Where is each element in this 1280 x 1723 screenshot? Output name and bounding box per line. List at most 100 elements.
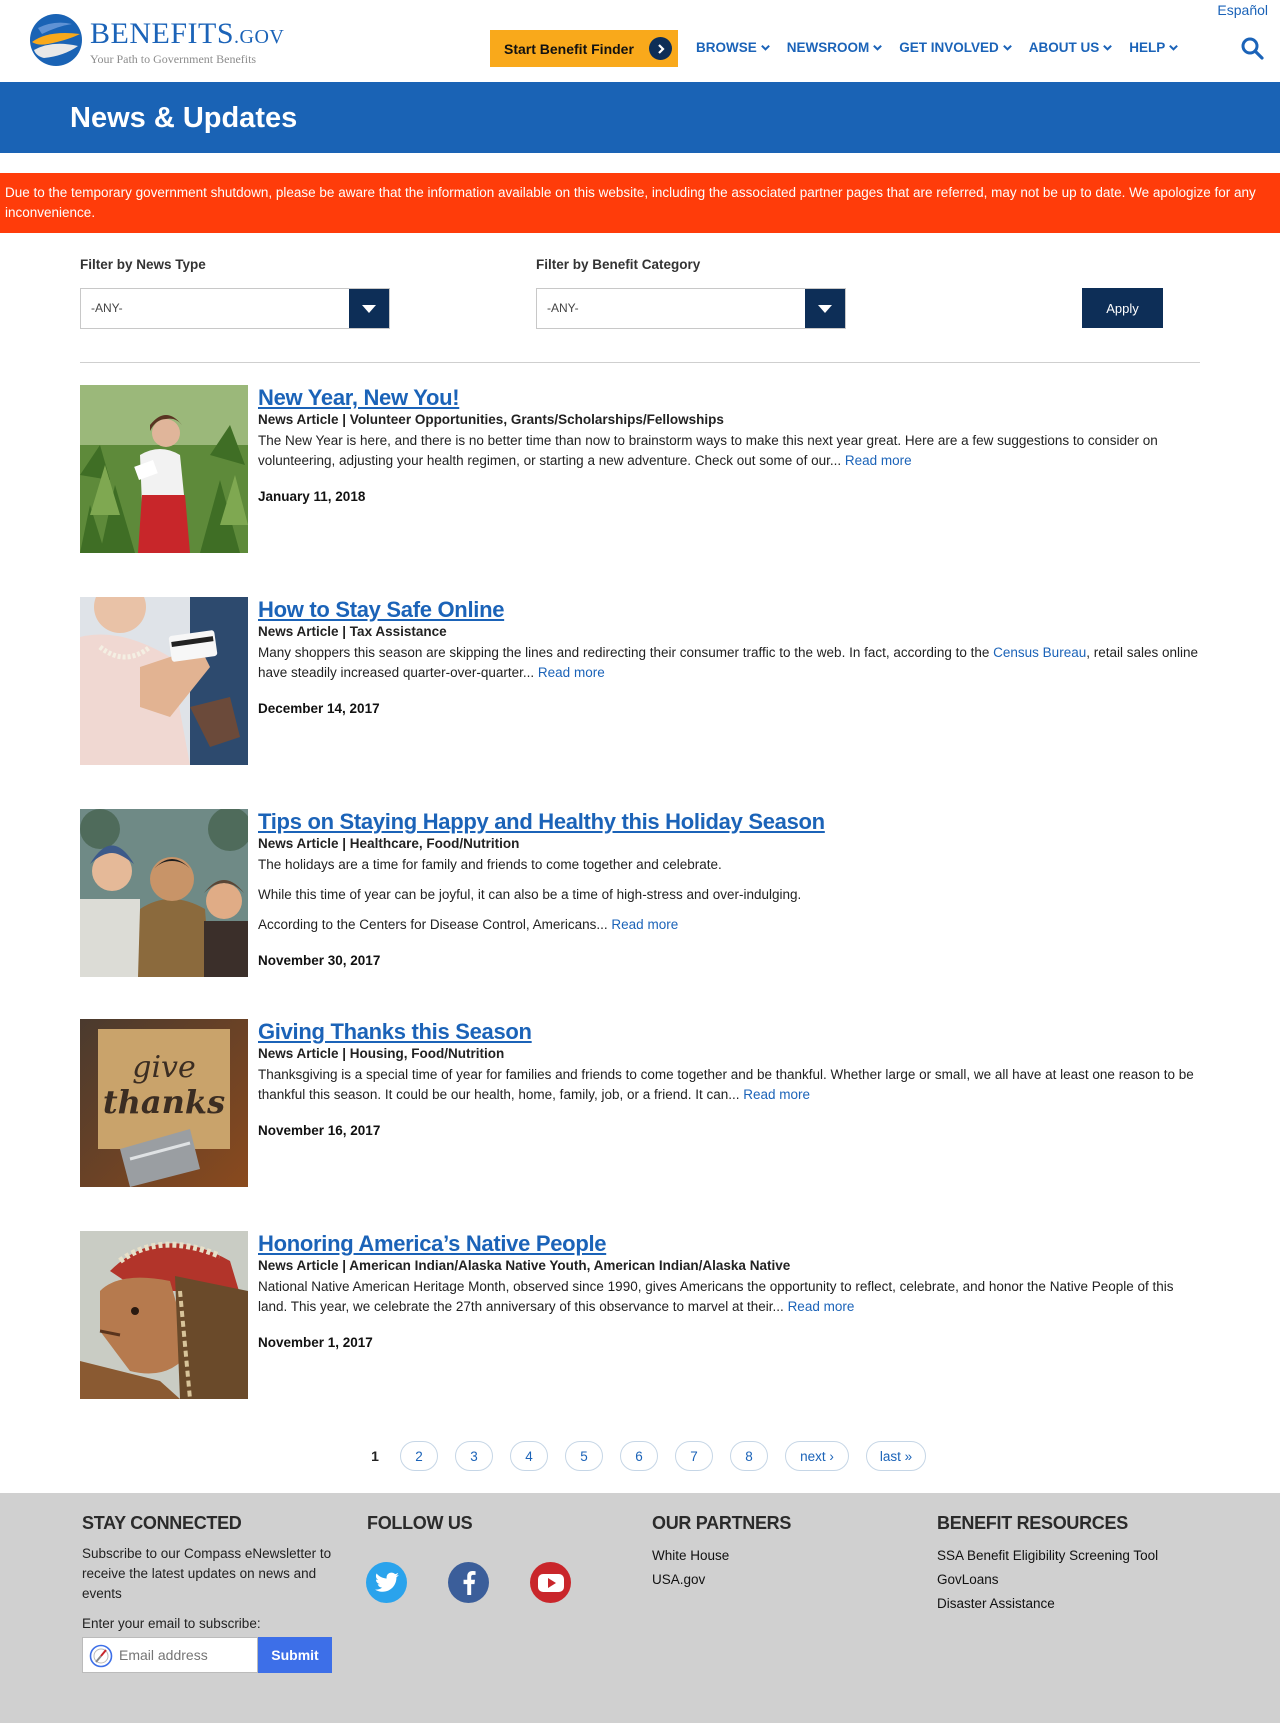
submit-button[interactable]: Submit xyxy=(258,1637,332,1673)
article-meta: News Article | Volunteer Opportunities, … xyxy=(258,412,724,427)
article-thumbnail[interactable] xyxy=(80,1231,248,1399)
chevron-down-icon xyxy=(1169,44,1179,51)
email-label: Enter your email to subscribe: xyxy=(82,1616,261,1631)
read-more-link[interactable]: Read more xyxy=(538,665,605,680)
article-summary: The New Year is here, and there is no be… xyxy=(258,431,1200,471)
news-type-select[interactable]: -ANY- xyxy=(80,288,390,329)
article-title[interactable]: Honoring America’s Native People xyxy=(258,1231,607,1257)
article-item: give thanks Giving Thanks this Season Ne… xyxy=(80,1019,1200,1187)
partners-section: OUR PARTNERS White House USA.gov xyxy=(652,1513,892,1592)
article-title[interactable]: New Year, New You! xyxy=(258,385,460,411)
follow-us-heading: FOLLOW US xyxy=(367,1513,473,1533)
chevron-right-icon xyxy=(649,37,672,60)
page-link[interactable]: 5 xyxy=(565,1441,603,1471)
facebook-icon[interactable] xyxy=(448,1562,489,1603)
current-page: 1 xyxy=(371,1448,379,1464)
page-link[interactable]: 2 xyxy=(400,1441,438,1471)
search-icon[interactable] xyxy=(1240,36,1264,60)
census-bureau-link[interactable]: Census Bureau xyxy=(993,645,1086,660)
article-thumbnail[interactable] xyxy=(80,385,248,553)
article-text: National Native American Heritage Month,… xyxy=(258,1279,1174,1314)
article-item: How to Stay Safe Online News Article | T… xyxy=(80,597,1200,765)
article-date: November 16, 2017 xyxy=(258,1123,381,1138)
logo-tagline: Your Path to Government Benefits xyxy=(90,52,257,66)
start-benefit-finder-button[interactable]: Start Benefit Finder xyxy=(490,30,678,67)
article-text: Many shoppers this season are skipping t… xyxy=(258,645,994,660)
article-text: According to the Centers for Disease Con… xyxy=(258,917,608,932)
youtube-icon[interactable] xyxy=(530,1562,571,1603)
main-nav: BROWSE NEWSROOM GET INVOLVED ABOUT US HE… xyxy=(696,40,1195,55)
news-type-value: -ANY- xyxy=(91,301,123,315)
article-item: Tips on Staying Happy and Healthy this H… xyxy=(80,809,1200,977)
nav-label: ABOUT US xyxy=(1028,40,1100,55)
nav-about-us[interactable]: ABOUT US xyxy=(1029,40,1114,55)
read-more-link[interactable]: Read more xyxy=(845,453,912,468)
article-title[interactable]: How to Stay Safe Online xyxy=(258,597,504,623)
give-text: give xyxy=(132,1050,196,1085)
article-thumbnail[interactable]: give thanks xyxy=(80,1019,248,1187)
page-link[interactable]: 8 xyxy=(730,1441,768,1471)
article-paragraph: While this time of year can be joyful, i… xyxy=(258,887,802,902)
govloans-link[interactable]: GovLoans xyxy=(937,1568,1267,1592)
nav-browse[interactable]: BROWSE xyxy=(696,40,771,55)
language-link[interactable]: Español xyxy=(1217,2,1268,18)
chevron-down-icon xyxy=(1002,44,1012,51)
page-link[interactable]: 6 xyxy=(620,1441,658,1471)
site-header: Español BENEFITS.GOV Your Path to Govern… xyxy=(0,0,1280,82)
next-page-link[interactable]: next › xyxy=(785,1441,849,1471)
page-link[interactable]: 4 xyxy=(510,1441,548,1471)
usa-gov-link[interactable]: USA.gov xyxy=(652,1568,892,1592)
article-date: January 11, 2018 xyxy=(258,489,366,504)
article-thumbnail[interactable] xyxy=(80,597,248,765)
credit-card-shopper-image xyxy=(80,597,248,765)
site-logo[interactable]: BENEFITS.GOV Your Path to Government Ben… xyxy=(28,10,284,68)
dropdown-arrow-icon xyxy=(349,289,389,328)
news-type-label: Filter by News Type xyxy=(80,257,206,272)
article-title[interactable]: Giving Thanks this Season xyxy=(258,1019,532,1045)
category-select[interactable]: -ANY- xyxy=(536,288,846,329)
category-label: Filter by Benefit Category xyxy=(536,257,701,272)
article-body: Giving Thanks this Season News Article |… xyxy=(258,1019,1200,1138)
logo-main-text: BENEFITS xyxy=(90,17,235,50)
last-page-link[interactable]: last » xyxy=(866,1441,926,1471)
chevron-down-icon xyxy=(873,44,883,51)
read-more-link[interactable]: Read more xyxy=(611,917,678,932)
disaster-assistance-link[interactable]: Disaster Assistance xyxy=(937,1592,1267,1616)
article-paragraph: The holidays are a time for family and f… xyxy=(258,857,722,872)
article-text: Thanksgiving is a special time of year f… xyxy=(258,1067,1194,1102)
article-title[interactable]: Tips on Staying Happy and Healthy this H… xyxy=(258,809,825,835)
email-input[interactable] xyxy=(119,1644,255,1666)
email-field[interactable] xyxy=(82,1637,258,1673)
page-link[interactable]: 3 xyxy=(455,1441,493,1471)
nav-get-involved[interactable]: GET INVOLVED xyxy=(899,40,1013,55)
nav-newsroom[interactable]: NEWSROOM xyxy=(787,40,884,55)
white-house-link[interactable]: White House xyxy=(652,1544,892,1568)
logo-wordmark: BENEFITS.GOV xyxy=(90,17,284,51)
twitter-icon[interactable] xyxy=(366,1562,407,1603)
article-body: New Year, New You! News Article | Volunt… xyxy=(258,385,1200,504)
ssa-screening-tool-link[interactable]: SSA Benefit Eligibility Screening Tool xyxy=(937,1544,1267,1568)
article-meta: News Article | Healthcare, Food/Nutritio… xyxy=(258,836,520,851)
apply-button[interactable]: Apply xyxy=(1082,288,1163,328)
read-more-link[interactable]: Read more xyxy=(743,1087,810,1102)
logo-icon xyxy=(30,14,82,66)
divider xyxy=(80,362,1200,363)
chevron-down-icon xyxy=(760,44,770,51)
article-body: How to Stay Safe Online News Article | T… xyxy=(258,597,1200,716)
article-meta: News Article | Tax Assistance xyxy=(258,624,447,639)
article-summary: The holidays are a time for family and f… xyxy=(258,855,1200,935)
native-american-portrait-image xyxy=(80,1231,248,1399)
category-value: -ANY- xyxy=(547,301,579,315)
stay-connected-section: STAY CONNECTED Subscribe to our Compass … xyxy=(82,1513,342,1634)
family-in-winter-image xyxy=(80,809,248,977)
page-link[interactable]: 7 xyxy=(675,1441,713,1471)
page: Español BENEFITS.GOV Your Path to Govern… xyxy=(0,0,1280,1723)
read-more-link[interactable]: Read more xyxy=(788,1299,855,1314)
page-banner: News & Updates xyxy=(0,82,1280,153)
chevron-down-icon xyxy=(1103,44,1113,51)
article-body: Tips on Staying Happy and Healthy this H… xyxy=(258,809,1200,968)
shutdown-alert: Due to the temporary government shutdown… xyxy=(0,173,1280,233)
nav-help[interactable]: HELP xyxy=(1129,40,1179,55)
benefit-finder-label: Start Benefit Finder xyxy=(504,40,634,57)
article-thumbnail[interactable] xyxy=(80,809,248,977)
